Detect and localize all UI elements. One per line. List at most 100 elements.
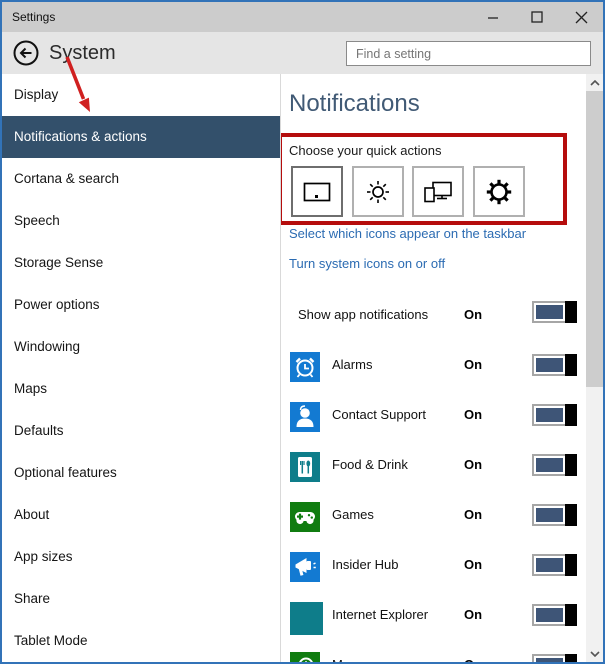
- toggle-games[interactable]: [532, 504, 577, 526]
- toggle-state-text: On: [464, 307, 483, 322]
- toggle-fill: [536, 658, 563, 662]
- quick-actions-label: Choose your quick actions: [289, 143, 442, 158]
- toggle-knob[interactable]: [565, 454, 577, 476]
- sidebar-item-windowing[interactable]: Windowing: [2, 326, 280, 368]
- toggle-fill: [536, 458, 563, 472]
- content-panel: Notifications Choose your quick actions: [281, 74, 603, 662]
- app-row-internet-explorer: Internet Explorer On: [281, 602, 603, 652]
- brightness-icon: [366, 180, 389, 203]
- maximize-button[interactable]: [515, 2, 559, 32]
- person-icon: [290, 402, 320, 432]
- app-row-insider-hub: Insider Hub On: [281, 552, 603, 602]
- app-label: Games: [332, 507, 374, 522]
- section-heading: Notifications: [289, 90, 420, 117]
- toggle-state-text: On: [464, 457, 483, 472]
- app-label: Money: [332, 657, 371, 662]
- body: Display Notifications & actions Cortana …: [2, 74, 603, 662]
- minimize-icon: [488, 17, 498, 19]
- page-title: System: [49, 41, 116, 64]
- sidebar-item-cortana-search[interactable]: Cortana & search: [2, 158, 280, 200]
- sidebar-item-app-sizes[interactable]: App sizes: [2, 536, 280, 578]
- close-button[interactable]: [559, 2, 603, 32]
- scroll-up-button[interactable]: [586, 74, 603, 91]
- toggle-state-text: On: [464, 357, 483, 372]
- toggle-state-text: On: [464, 657, 482, 662]
- scroll-down-button[interactable]: [586, 645, 603, 662]
- app-row-alarms: Alarms On: [281, 352, 603, 402]
- settings-gear-icon: [486, 179, 511, 204]
- sidebar-item-tablet-mode[interactable]: Tablet Mode: [2, 620, 280, 662]
- toggle-money[interactable]: [532, 654, 577, 662]
- link-select-taskbar-icons[interactable]: Select which icons appear on the taskbar: [289, 226, 526, 241]
- setting-label: Show app notifications: [298, 307, 429, 322]
- app-label: Food & Drink: [332, 457, 408, 472]
- sidebar-item-share[interactable]: Share: [2, 578, 280, 620]
- toggle-internet-explorer[interactable]: [532, 604, 577, 626]
- sidebar-item-power-options[interactable]: Power options: [2, 284, 280, 326]
- toggle-knob[interactable]: [565, 354, 577, 376]
- chevron-up-icon: [589, 79, 600, 86]
- toggle-fill: [536, 608, 563, 622]
- vertical-scrollbar[interactable]: [586, 74, 603, 662]
- toggle-knob[interactable]: [565, 301, 577, 323]
- quick-action-tiles: [291, 166, 525, 217]
- back-button[interactable]: [13, 40, 39, 66]
- settings-window: Settings System Display Not: [0, 0, 605, 664]
- toggle-state-text: On: [464, 507, 483, 522]
- sidebar-item-defaults[interactable]: Defaults: [2, 410, 280, 452]
- title-bar: Settings: [2, 2, 603, 32]
- toggle-fill: [536, 408, 563, 422]
- sidebar-item-notifications-actions[interactable]: Notifications & actions: [2, 116, 280, 158]
- app-label: Insider Hub: [332, 557, 399, 572]
- chevron-down-icon: [589, 650, 600, 657]
- toggle-state-text: On: [464, 557, 483, 572]
- sidebar-item-storage-sense[interactable]: Storage Sense: [2, 242, 280, 284]
- toggle-fill: [536, 558, 563, 572]
- quick-action-tablet[interactable]: [291, 166, 343, 217]
- app-label: Contact Support: [332, 407, 426, 422]
- toggle-state-text: On: [464, 407, 483, 422]
- toggle-alarms[interactable]: [532, 354, 577, 376]
- toggle-contact-support[interactable]: [532, 404, 577, 426]
- alarm-clock-icon: [290, 352, 320, 382]
- toggle-fill: [536, 508, 563, 522]
- sidebar-item-speech[interactable]: Speech: [2, 200, 280, 242]
- money-icon: [290, 652, 320, 662]
- blank-tile-icon: [290, 602, 323, 635]
- app-header: System: [2, 32, 603, 74]
- sidebar-item-maps[interactable]: Maps: [2, 368, 280, 410]
- quick-action-connect[interactable]: [412, 166, 464, 217]
- toggle-food-drink[interactable]: [532, 454, 577, 476]
- sidebar-item-about[interactable]: About: [2, 494, 280, 536]
- toggle-insider-hub[interactable]: [532, 554, 577, 576]
- close-icon: [575, 11, 587, 23]
- toggle-knob[interactable]: [565, 654, 577, 662]
- sidebar: Display Notifications & actions Cortana …: [2, 74, 281, 662]
- sidebar-item-display[interactable]: Display: [2, 74, 280, 116]
- window-controls: [471, 2, 603, 32]
- quick-action-settings[interactable]: [472, 166, 525, 217]
- app-label: Internet Explorer: [332, 607, 429, 622]
- setting-row-show-app-notifications: Show app notifications On: [281, 299, 603, 349]
- toggle-fill: [536, 358, 563, 372]
- minimize-button[interactable]: [471, 2, 515, 32]
- toggle-show-app-notifications[interactable]: [532, 301, 577, 323]
- search-input[interactable]: [346, 41, 591, 66]
- maximize-icon: [531, 11, 543, 23]
- app-row-food-drink: Food & Drink On: [281, 452, 603, 502]
- link-turn-system-icons[interactable]: Turn system icons on or off: [289, 256, 445, 271]
- toggle-fill: [536, 305, 563, 319]
- game-controller-icon: [290, 502, 320, 532]
- toggle-knob[interactable]: [565, 504, 577, 526]
- app-row-contact-support: Contact Support On: [281, 402, 603, 452]
- quick-action-brightness[interactable]: [351, 166, 404, 217]
- sidebar-item-optional-features[interactable]: Optional features: [2, 452, 280, 494]
- app-row-games: Games On: [281, 502, 603, 552]
- app-label: Alarms: [332, 357, 373, 372]
- toggle-knob[interactable]: [565, 554, 577, 576]
- scrollbar-thumb[interactable]: [586, 91, 603, 387]
- toggle-knob[interactable]: [565, 404, 577, 426]
- window-title: Settings: [12, 10, 56, 24]
- toggle-knob[interactable]: [565, 604, 577, 626]
- app-row-money: Money On: [281, 652, 603, 662]
